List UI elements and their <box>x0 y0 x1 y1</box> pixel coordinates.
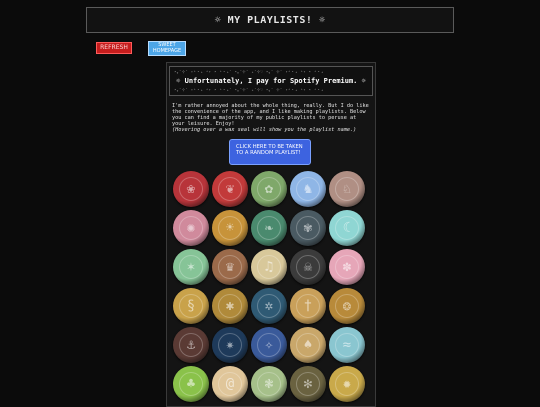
sparkle-divider: ⋆｡˚⊹˚ ˖⁺‧₊ ⁺˖ ⋆ ⁺‧₊˚ ⋆｡˚⊹˚ ₊˚⊹♡ ⋆｡˚ ⊹˚ ˖… <box>174 70 324 74</box>
wax-seal-link[interactable]: ✻ <box>290 366 326 402</box>
monstera-icon: ❧ <box>264 220 274 236</box>
shell-icon: ✶ <box>186 259 196 275</box>
wax-seal-link[interactable]: ♣ <box>173 366 209 402</box>
sweet-homepage-button[interactable]: SWEET HOMEPAGE <box>148 41 186 56</box>
hover-hint: (Hovering over a wax seal will show you … <box>172 127 357 133</box>
wheel-icon: ✹ <box>342 376 352 392</box>
wax-seal-link[interactable]: ✹ <box>329 366 365 402</box>
sparkle-divider: ⋆｡˚⊹˚ ˖⁺‧₊ ⁺˖ ⋆ ⁺‧₊˚ ⋆｡˚⊹˚ ₊˚⊹♡ ⋆｡˚ ⊹˚ ˖… <box>174 88 324 92</box>
bee-icon: ✱ <box>225 298 235 314</box>
page-header: ☼ MY PLAYLISTS! ☼ <box>86 7 454 33</box>
wax-seal-link[interactable]: ❂ <box>329 288 365 324</box>
wax-seal-link[interactable]: ❀ <box>173 171 209 207</box>
wax-seal-link[interactable]: ✶ <box>173 249 209 285</box>
mushroom-icon: ♠ <box>303 337 313 353</box>
wave-icon: ≈ <box>342 337 352 353</box>
laurel-icon: ❃ <box>264 376 274 392</box>
wax-seal-link[interactable]: ⚓ <box>173 327 209 363</box>
wax-seal-link[interactable]: ✧ <box>251 327 287 363</box>
wax-seal-link[interactable]: § <box>173 288 209 324</box>
wax-seal-link[interactable]: ✿ <box>251 171 287 207</box>
random-playlist-button[interactable]: CLICK HERE TO BE TAKEN TO A RANDOM PLAYL… <box>229 139 311 165</box>
wax-seal-link[interactable]: ☀ <box>212 210 248 246</box>
wax-seal-link[interactable]: † <box>290 288 326 324</box>
wax-seal-link[interactable]: ☾ <box>329 210 365 246</box>
stag-icon: ♞ <box>303 181 313 197</box>
bug-icon: ✻ <box>303 376 313 392</box>
galaxy-icon: ✷ <box>225 337 235 353</box>
lion-icon: ♛ <box>225 259 235 275</box>
sword-icon: † <box>303 298 313 314</box>
moon-icon: ☾ <box>342 220 352 236</box>
wax-seal-link[interactable]: ♘ <box>329 171 365 207</box>
premium-quote: ☼ Unfortunately, I pay for Spotify Premi… <box>176 77 366 85</box>
wax-seal-link[interactable]: ✽ <box>329 249 365 285</box>
wax-seal-link[interactable]: ≈ <box>329 327 365 363</box>
wax-seal-link[interactable]: ♛ <box>212 249 248 285</box>
quote-box: ⋆｡˚⊹˚ ˖⁺‧₊ ⁺˖ ⋆ ⁺‧₊˚ ⋆｡˚⊹˚ ₊˚⊹♡ ⋆｡˚ ⊹˚ ˖… <box>169 66 373 96</box>
wax-seal-link[interactable]: ❦ <box>212 171 248 207</box>
page-title: ☼ MY PLAYLISTS! ☼ <box>214 14 326 26</box>
compass-icon: ✧ <box>264 337 274 353</box>
serpent-icon: § <box>186 298 196 314</box>
flower-icon: ✽ <box>342 259 352 275</box>
wax-seal-link[interactable]: ✺ <box>173 210 209 246</box>
refresh-button[interactable]: REFRESH <box>96 42 132 54</box>
wax-seal-link[interactable]: ♫ <box>251 249 287 285</box>
clover-icon: ♣ <box>186 376 196 392</box>
intro-paragraph: I'm rather annoyed about the whole thing… <box>172 103 369 127</box>
wreath-icon: ✾ <box>303 220 313 236</box>
skull-icon: ☠ <box>303 259 313 275</box>
music-note-icon: ♫ <box>264 259 274 275</box>
wax-seal-link[interactable]: @ <box>212 366 248 402</box>
sun-icon: ☀ <box>225 220 235 236</box>
wax-seal-link[interactable]: ☠ <box>290 249 326 285</box>
swirl-icon: @ <box>225 376 235 392</box>
wax-seal-link[interactable]: ✾ <box>290 210 326 246</box>
crab-icon: ✺ <box>186 220 196 236</box>
dragon-icon: ❂ <box>342 298 352 314</box>
wax-seal-link[interactable]: ❧ <box>251 210 287 246</box>
playlist-panel: ⋆｡˚⊹˚ ˖⁺‧₊ ⁺˖ ⋆ ⁺‧₊˚ ⋆｡˚⊹˚ ₊˚⊹♡ ⋆｡˚ ⊹˚ ˖… <box>166 62 376 407</box>
intro-text: I'm rather annoyed about the whole thing… <box>172 103 370 133</box>
wax-seal-link[interactable]: ♞ <box>290 171 326 207</box>
wax-seal-link[interactable]: ✲ <box>251 288 287 324</box>
fox-icon: ♘ <box>342 181 352 197</box>
branch-icon: ✲ <box>264 298 274 314</box>
wax-seal-link[interactable]: ✷ <box>212 327 248 363</box>
wax-seal-link[interactable]: ❃ <box>251 366 287 402</box>
fern-icon: ✿ <box>264 181 274 197</box>
rose-icon: ❀ <box>186 181 196 197</box>
wax-seal-link[interactable]: ✱ <box>212 288 248 324</box>
wax-seal-link[interactable]: ♠ <box>290 327 326 363</box>
leaf-icon: ❦ <box>225 181 235 197</box>
ship-icon: ⚓ <box>186 337 196 353</box>
